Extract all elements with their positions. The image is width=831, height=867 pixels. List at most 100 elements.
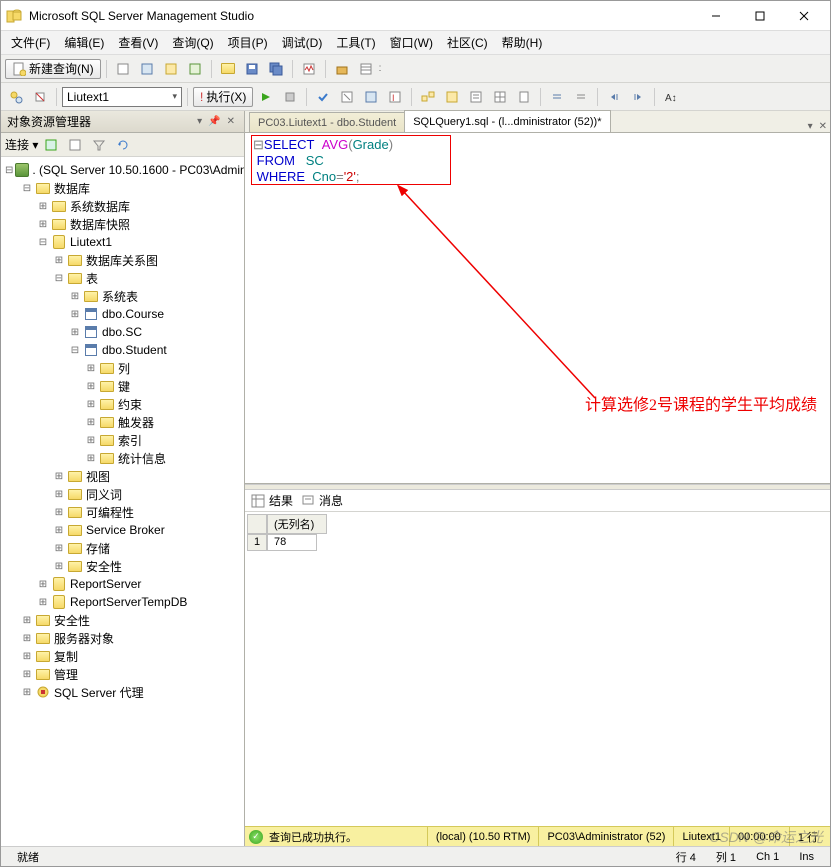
oe-filter-icon[interactable] [88,134,110,156]
toolbar-btn-3[interactable] [160,58,182,80]
parse-icon[interactable] [312,86,334,108]
properties-icon[interactable] [355,58,377,80]
pin-icon[interactable]: 📌 [205,116,223,127]
menu-query[interactable]: 查询(Q) [166,32,219,53]
tree-reportservertemp[interactable]: ⊞ReportServerTempDB [3,593,242,611]
maximize-button[interactable] [738,2,782,30]
include-stats-icon[interactable] [441,86,463,108]
tree-tables[interactable]: ⊟表 [3,269,242,287]
tree-indexes[interactable]: ⊞索引 [3,431,242,449]
tree-servicebroker[interactable]: ⊞Service Broker [3,521,242,539]
tree-table-sc[interactable]: ⊞dbo.SC [3,323,242,341]
tree-views[interactable]: ⊞视图 [3,467,242,485]
execute-label: 执行(X) [206,88,246,105]
toolbar-btn-4[interactable] [184,58,206,80]
save-icon[interactable] [241,58,263,80]
menu-file[interactable]: 文件(F) [5,32,56,53]
tree-stats[interactable]: ⊞统计信息 [3,449,242,467]
tree-databases[interactable]: ⊟数据库 [3,179,242,197]
tree-snapshots[interactable]: ⊞数据库快照 [3,215,242,233]
results-grid-icon[interactable] [489,86,511,108]
close-button[interactable] [782,2,826,30]
tree-management[interactable]: ⊞管理 [3,665,242,683]
debug-icon[interactable] [255,86,277,108]
messages-tab[interactable]: 消息 [301,492,343,509]
specify-values-icon[interactable]: A↕ [660,86,682,108]
activity-icon[interactable] [298,58,320,80]
oe-refresh-icon[interactable] [112,134,134,156]
result-cell[interactable]: 78 [267,534,317,551]
open-file-icon[interactable] [217,58,239,80]
menu-community[interactable]: 社区(C) [441,32,494,53]
tree-serverobjects[interactable]: ⊞服务器对象 [3,629,242,647]
results-grid[interactable]: (无列名) 1 78 [245,512,830,826]
menu-debug[interactable]: 调试(D) [276,32,329,53]
tab-table-student[interactable]: PC03.Liutext1 - dbo.Student [249,112,405,132]
tree-programmability[interactable]: ⊞可编程性 [3,503,242,521]
tree-replication[interactable]: ⊞复制 [3,647,242,665]
toolbar-btn-1[interactable] [112,58,134,80]
tree-agent[interactable]: ⊞SQL Server 代理 [3,683,242,701]
connect-button[interactable]: 连接 ▾ [5,136,38,153]
database-icon [51,594,67,610]
toolbar-btn-2[interactable] [136,58,158,80]
tree-security[interactable]: ⊞安全性 [3,611,242,629]
tab-sqlquery1[interactable]: SQLQuery1.sql - (l...dministrator (52))* [404,110,610,132]
estimated-plan-icon[interactable] [336,86,358,108]
result-col-header[interactable]: (无列名) [267,514,327,534]
status-ins: Ins [789,851,824,863]
menu-edit[interactable]: 编辑(E) [58,32,110,53]
panel-close-icon[interactable]: ✕ [224,116,238,127]
folder-icon [51,198,67,214]
tab-overflow-icon[interactable]: ▾ [805,121,816,132]
comment-icon[interactable] [546,86,568,108]
tree-reportserver[interactable]: ⊞ReportServer [3,575,242,593]
oe-btn-1[interactable] [40,134,62,156]
query-options-icon[interactable] [360,86,382,108]
tree-synonyms[interactable]: ⊞同义词 [3,485,242,503]
oe-btn-2[interactable] [64,134,86,156]
menu-help[interactable]: 帮助(H) [496,32,549,53]
save-all-icon[interactable] [265,58,287,80]
menu-view[interactable]: 查看(V) [112,32,164,53]
toolbox-icon[interactable] [331,58,353,80]
new-query-button[interactable]: 新建查询(N) [5,59,101,79]
include-plan-icon[interactable] [417,86,439,108]
tree-userdb[interactable]: ⊟Liutext1 [3,233,242,251]
disconnect-icon[interactable] [29,86,51,108]
menu-window[interactable]: 窗口(W) [384,32,439,53]
folder-icon [67,252,83,268]
tree-server[interactable]: ⊟. (SQL Server 10.50.1600 - PC03\Adminis… [3,161,242,179]
tree-keys[interactable]: ⊞键 [3,377,242,395]
intellisense-icon[interactable]: I [384,86,406,108]
toolbar-main: 新建查询(N) : [1,55,830,83]
results-tab[interactable]: 结果 [251,492,293,509]
tree-diagrams[interactable]: ⊞数据库关系图 [3,251,242,269]
decrease-indent-icon[interactable] [603,86,625,108]
tree-storage[interactable]: ⊞存储 [3,539,242,557]
tree-constraints[interactable]: ⊞约束 [3,395,242,413]
menu-tools[interactable]: 工具(T) [330,32,381,53]
tree-columns[interactable]: ⊞列 [3,359,242,377]
object-tree[interactable]: ⊟. (SQL Server 10.50.1600 - PC03\Adminis… [1,157,244,846]
execute-button[interactable]: ! 执行(X) [193,87,253,107]
panel-dropdown-icon[interactable]: ▾ [194,116,205,127]
tree-sysdb[interactable]: ⊞系统数据库 [3,197,242,215]
stop-icon[interactable] [279,86,301,108]
results-file-icon[interactable] [513,86,535,108]
menu-project[interactable]: 项目(P) [222,32,274,53]
tab-close-icon[interactable]: ✕ [816,121,830,132]
tree-table-student[interactable]: ⊟dbo.Student [3,341,242,359]
uncomment-icon[interactable] [570,86,592,108]
sql-editor[interactable]: ⊟SELECT AVG(Grade) FROM SC WHERE Cno='2'… [245,133,830,484]
database-selector[interactable]: Liutext1 [62,87,182,107]
tree-systables[interactable]: ⊞系统表 [3,287,242,305]
minimize-button[interactable] [694,2,738,30]
change-connection-icon[interactable] [5,86,27,108]
tree-triggers[interactable]: ⊞触发器 [3,413,242,431]
tree-dbsecurity[interactable]: ⊞安全性 [3,557,242,575]
increase-indent-icon[interactable] [627,86,649,108]
tree-table-course[interactable]: ⊞dbo.Course [3,305,242,323]
results-text-icon[interactable] [465,86,487,108]
folder-icon [83,288,99,304]
